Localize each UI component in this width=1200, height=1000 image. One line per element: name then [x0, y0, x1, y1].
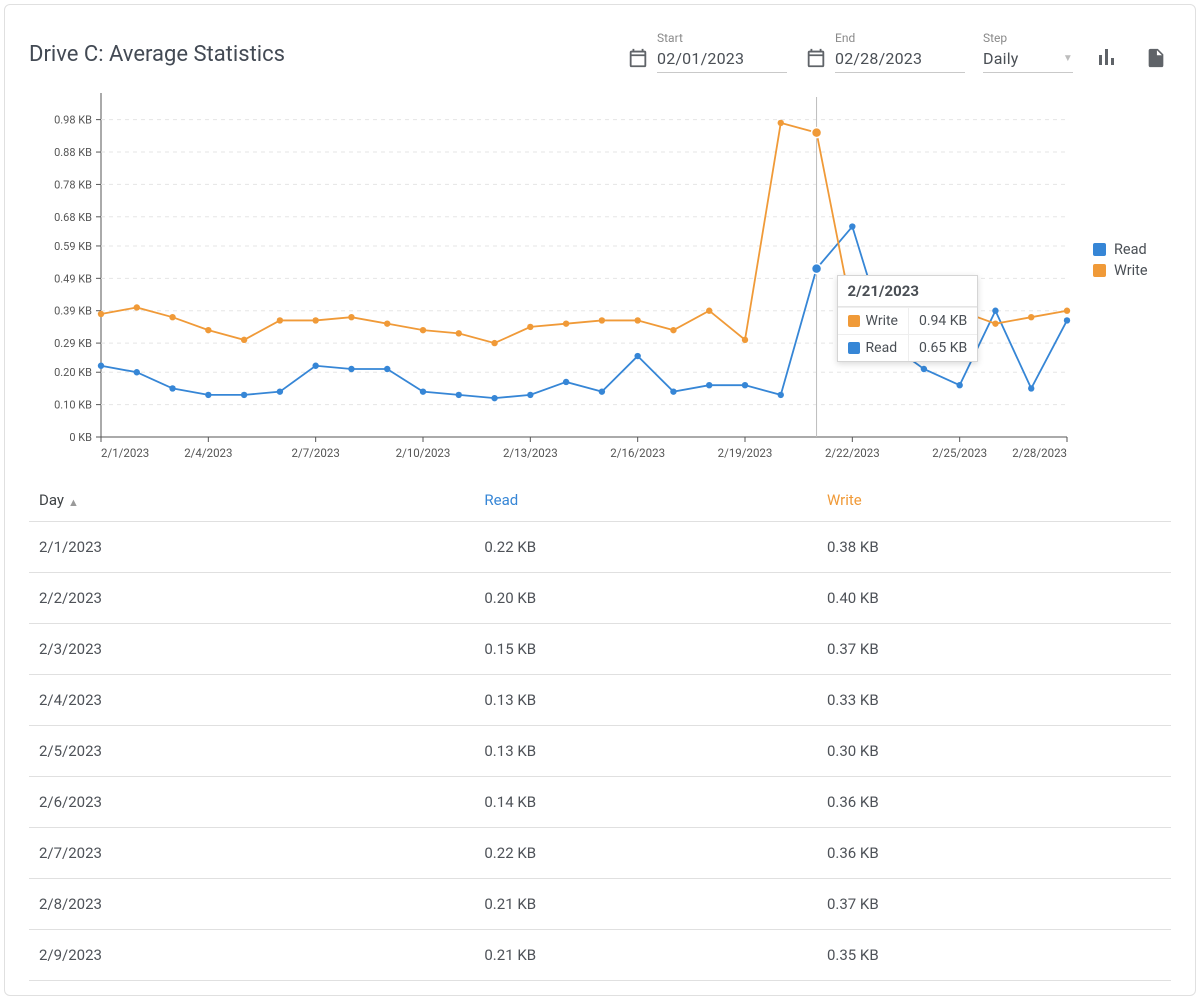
svg-text:0.59 KB: 0.59 KB — [54, 240, 92, 253]
legend-item-write[interactable]: Write — [1093, 262, 1148, 279]
cell-read: 0.21 KB — [474, 930, 817, 981]
cell-read: 0.13 KB — [474, 726, 817, 777]
chevron-down-icon: ▼ — [1049, 53, 1073, 64]
svg-text:0.10 KB: 0.10 KB — [54, 399, 92, 412]
end-date-label: End — [835, 31, 965, 45]
svg-text:0.88 KB: 0.88 KB — [54, 146, 92, 159]
cell-day: 2/4/2023 — [29, 675, 474, 726]
column-header-day[interactable]: Day▲ — [29, 479, 474, 522]
cell-write: 0.38 KB — [817, 522, 1171, 573]
table-row[interactable]: 2/7/20230.22 KB0.36 KB — [29, 828, 1171, 879]
svg-text:2/25/2023: 2/25/2023 — [932, 446, 987, 460]
svg-text:0.39 KB: 0.39 KB — [54, 305, 92, 318]
cell-read: 0.20 KB — [474, 573, 817, 624]
calendar-icon — [805, 47, 827, 73]
cell-read: 0.14 KB — [474, 777, 817, 828]
step-field[interactable]: Step Daily ▼ — [983, 31, 1073, 73]
legend-item-read[interactable]: Read — [1093, 241, 1148, 258]
cell-read: 0.22 KB — [474, 828, 817, 879]
table-row[interactable]: 2/3/20230.15 KB0.37 KB — [29, 624, 1171, 675]
svg-text:2/10/2023: 2/10/2023 — [396, 446, 451, 460]
svg-text:0.68 KB: 0.68 KB — [54, 211, 92, 224]
start-date-field[interactable]: Start 02/01/2023 — [627, 31, 787, 73]
table-row[interactable]: 2/6/20230.14 KB0.36 KB — [29, 777, 1171, 828]
cell-write: 0.33 KB — [817, 675, 1171, 726]
cell-read: 0.22 KB — [474, 522, 817, 573]
card-header: Drive C: Average Statistics Start 02/01/… — [29, 25, 1171, 73]
write-swatch-icon — [848, 315, 860, 327]
svg-text:2/13/2023: 2/13/2023 — [503, 446, 558, 460]
cell-day: 2/8/2023 — [29, 879, 474, 930]
table-row[interactable]: 2/1/20230.22 KB0.38 KB — [29, 522, 1171, 573]
end-date-field[interactable]: End 02/28/2023 — [805, 31, 965, 73]
column-header-read[interactable]: Read — [474, 479, 817, 522]
svg-text:2/28/2023: 2/28/2023 — [1012, 446, 1067, 460]
tooltip-row-read: Read 0.65 KB — [838, 334, 978, 361]
table-row[interactable]: 2/4/20230.13 KB0.33 KB — [29, 675, 1171, 726]
statistics-table: Day▲ Read Write 2/1/20230.22 KB0.38 KB2/… — [29, 479, 1171, 981]
svg-text:2/1/2023: 2/1/2023 — [101, 446, 149, 460]
start-date-value[interactable]: 02/01/2023 — [657, 45, 787, 73]
cell-day: 2/3/2023 — [29, 624, 474, 675]
cell-write: 0.35 KB — [817, 930, 1171, 981]
table-row[interactable]: 2/8/20230.21 KB0.37 KB — [29, 879, 1171, 930]
cell-day: 2/6/2023 — [29, 777, 474, 828]
cell-write: 0.37 KB — [817, 624, 1171, 675]
svg-text:2/22/2023: 2/22/2023 — [825, 446, 880, 460]
cell-write: 0.37 KB — [817, 879, 1171, 930]
svg-text:0.29 KB: 0.29 KB — [54, 337, 92, 350]
cell-day: 2/7/2023 — [29, 828, 474, 879]
cell-write: 0.30 KB — [817, 726, 1171, 777]
chart-tooltip: 2/21/2023 Write 0.94 KB Read 0.65 KB — [837, 275, 979, 362]
tooltip-date: 2/21/2023 — [838, 276, 978, 307]
sort-icon: ▲ — [68, 496, 79, 509]
cell-write: 0.36 KB — [817, 777, 1171, 828]
table-row[interactable]: 2/5/20230.13 KB0.30 KB — [29, 726, 1171, 777]
cell-day: 2/5/2023 — [29, 726, 474, 777]
cell-write: 0.36 KB — [817, 828, 1171, 879]
column-header-write[interactable]: Write — [817, 479, 1171, 522]
tooltip-row-write: Write 0.94 KB — [838, 307, 978, 334]
cell-read: 0.21 KB — [474, 879, 817, 930]
read-swatch — [1093, 243, 1106, 256]
svg-text:0 KB: 0 KB — [69, 431, 92, 444]
statistics-card: Drive C: Average Statistics Start 02/01/… — [4, 4, 1196, 996]
end-date-value[interactable]: 02/28/2023 — [835, 45, 965, 73]
cell-day: 2/2/2023 — [29, 573, 474, 624]
export-button[interactable] — [1141, 41, 1171, 73]
svg-text:0.20 KB: 0.20 KB — [54, 366, 92, 379]
start-date-label: Start — [657, 31, 787, 45]
svg-text:2/19/2023: 2/19/2023 — [718, 446, 773, 460]
cell-read: 0.13 KB — [474, 675, 817, 726]
step-label: Step — [983, 31, 1073, 45]
chart-area: 0 KB 0.10 KB 0.20 KB 0.29 KB 0.39 KB 0.49 KB 0… — [29, 85, 1171, 473]
svg-text:2/16/2023: 2/16/2023 — [610, 446, 665, 460]
read-swatch-icon — [848, 342, 860, 354]
cell-write: 0.40 KB — [817, 573, 1171, 624]
svg-text:0.98 KB: 0.98 KB — [54, 114, 92, 127]
write-swatch — [1093, 264, 1106, 277]
svg-text:2/7/2023: 2/7/2023 — [292, 446, 340, 460]
cell-read: 0.15 KB — [474, 624, 817, 675]
table-row[interactable]: 2/9/20230.21 KB0.35 KB — [29, 930, 1171, 981]
calendar-icon — [627, 47, 649, 73]
cell-day: 2/1/2023 — [29, 522, 474, 573]
svg-text:2/4/2023: 2/4/2023 — [184, 446, 232, 460]
table-row[interactable]: 2/2/20230.20 KB0.40 KB — [29, 573, 1171, 624]
svg-text:0.49 KB: 0.49 KB — [54, 272, 92, 285]
page-title: Drive C: Average Statistics — [29, 42, 609, 73]
chart-legend: Read Write — [1077, 85, 1148, 283]
svg-text:0.78 KB: 0.78 KB — [54, 178, 92, 191]
step-value[interactable]: Daily ▼ — [983, 45, 1073, 73]
bar-chart-toggle-button[interactable] — [1091, 39, 1123, 73]
cell-day: 2/9/2023 — [29, 930, 474, 981]
